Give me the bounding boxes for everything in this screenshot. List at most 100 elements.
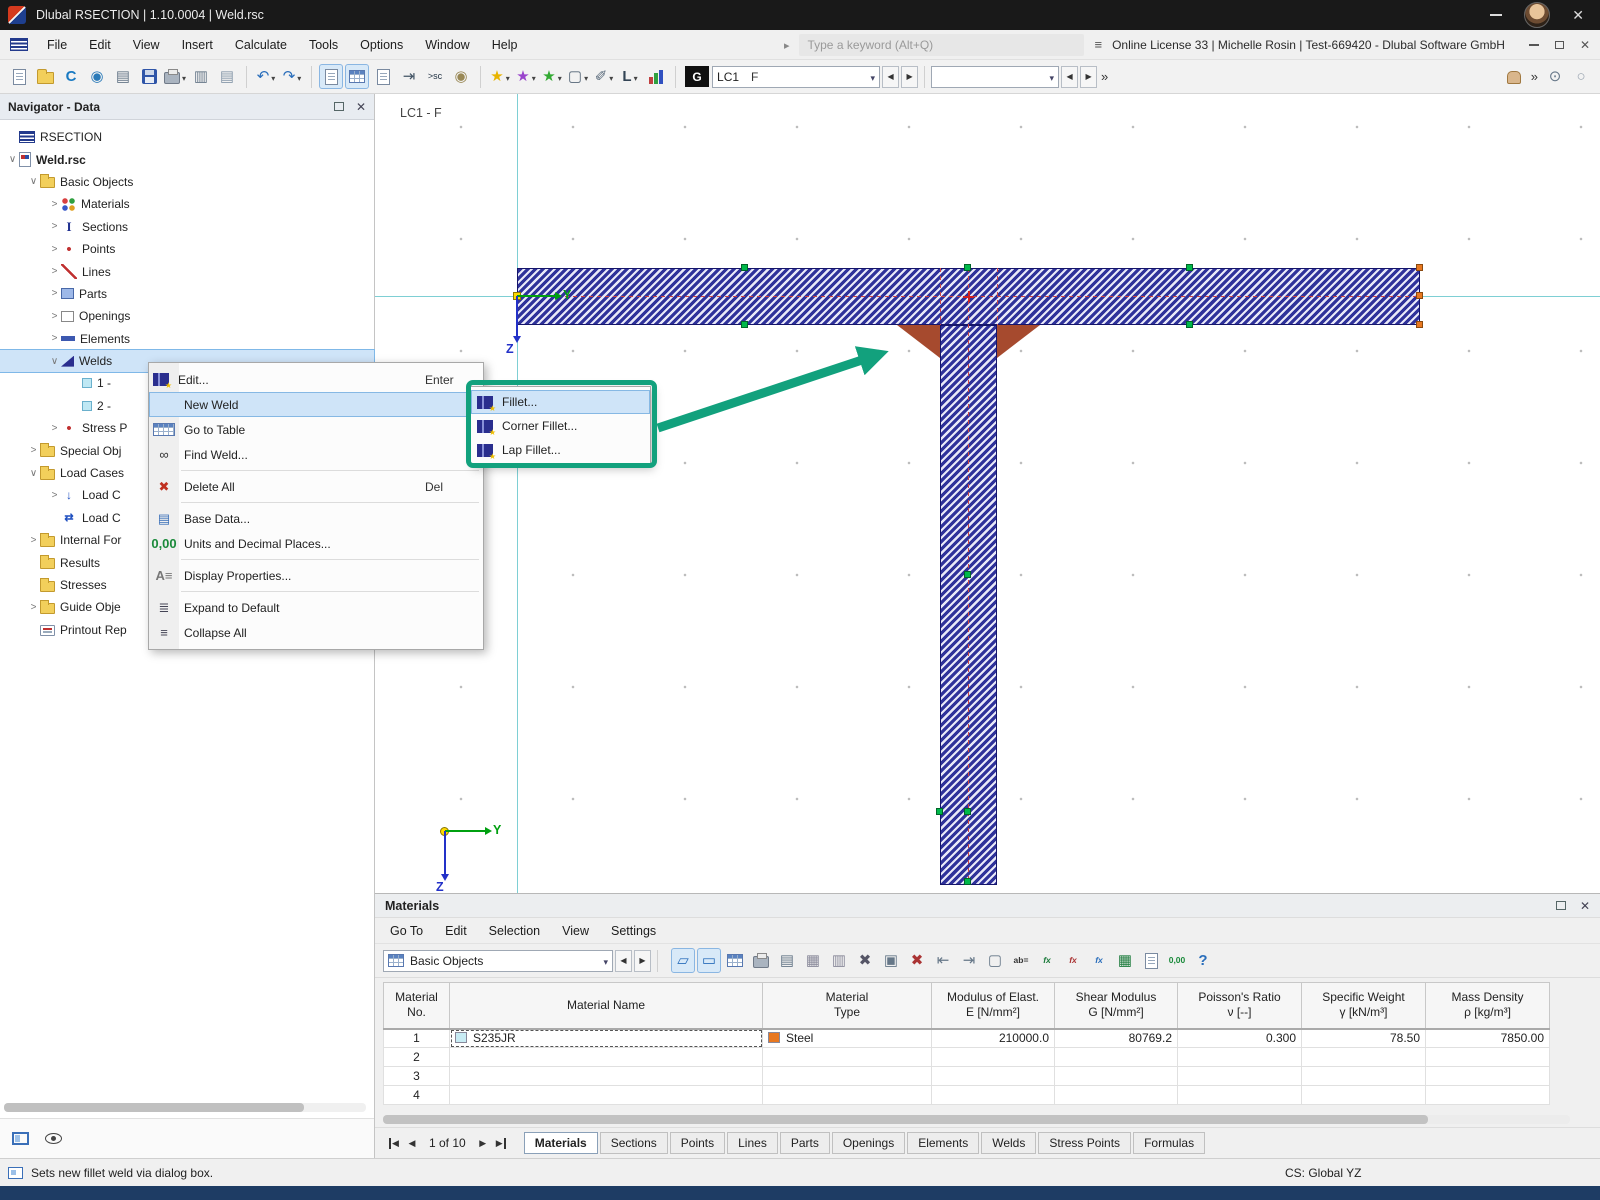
next-table-button[interactable] [634, 950, 651, 972]
excel-export-icon[interactable]: ▦ [1113, 948, 1137, 973]
cell-type[interactable] [763, 1048, 932, 1067]
context-menu-item-base-data[interactable]: ▤Base Data... [149, 506, 483, 531]
guide-object-icon[interactable]: ★ [540, 64, 564, 89]
menu-item-file[interactable]: File [36, 30, 78, 59]
table-tab-welds[interactable]: Welds [981, 1132, 1036, 1154]
table-row[interactable]: 3 [384, 1067, 1550, 1086]
submenu-item-corner-fillet[interactable]: Corner Fillet... [471, 414, 650, 438]
chevron-down-icon[interactable] [504, 70, 510, 84]
tree-item-materials[interactable]: >Materials [0, 193, 374, 215]
cell-modulus[interactable] [932, 1067, 1055, 1086]
keyword-list-icon[interactable]: ≡ [1094, 37, 1102, 52]
report-icon[interactable]: ▤ [215, 64, 239, 89]
results-diagram-icon[interactable] [644, 64, 668, 89]
table-tab-stress-points[interactable]: Stress Points [1038, 1132, 1131, 1154]
expander-icon[interactable]: > [48, 221, 61, 232]
save-icon[interactable] [137, 64, 161, 89]
expander-icon[interactable]: ∨ [6, 154, 19, 165]
tree-item-basic-objects[interactable]: ∨Basic Objects [0, 171, 374, 193]
cell-shear[interactable] [1055, 1048, 1178, 1067]
generated-object-icon[interactable]: ★ [514, 64, 538, 89]
expander-icon[interactable]: ∨ [48, 356, 61, 367]
table-tab-formulas[interactable]: Formulas [1133, 1132, 1205, 1154]
graphics-viewport[interactable]: LC1 - F Y Z Y Z [375, 94, 1600, 893]
column-header-poisson-s-ratio[interactable]: Poisson's Ratioν [--] [1178, 983, 1302, 1029]
context-menu-item-units-and-decimal-places[interactable]: 0,00Units and Decimal Places... [149, 531, 483, 556]
ole-icon[interactable] [1139, 948, 1163, 973]
column-settings-icon[interactable]: ▥ [827, 948, 851, 973]
toolbar-overflow-button[interactable]: » [1097, 69, 1112, 84]
cell-weight[interactable] [1302, 1086, 1426, 1105]
submenu-item-lap-fillet[interactable]: Lap Fillet... [471, 438, 650, 462]
cell-density[interactable] [1426, 1067, 1550, 1086]
close-panel-icon[interactable] [356, 100, 366, 114]
table-menu-settings[interactable]: Settings [600, 918, 667, 943]
table-scrollbar[interactable] [383, 1115, 1570, 1124]
table-row[interactable]: 1S235JRSteel210000.080769.20.30078.50785… [384, 1029, 1550, 1048]
paste-icon[interactable]: ▥ [189, 64, 213, 89]
context-menu-item-delete-all[interactable]: ✖Delete AllDel [149, 474, 483, 499]
table-view-icon[interactable] [345, 64, 369, 89]
cell-modulus[interactable] [932, 1086, 1055, 1105]
import-table-icon[interactable]: ⇤ [931, 948, 955, 973]
handle[interactable] [964, 808, 971, 815]
table-menu-view[interactable]: View [551, 918, 600, 943]
network-icon[interactable]: C [59, 64, 83, 89]
handle-end[interactable] [1416, 264, 1423, 271]
expander-icon[interactable]: > [27, 535, 40, 546]
column-header-mass-density[interactable]: Mass Densityρ [kg/m³] [1426, 983, 1550, 1029]
cell-weight[interactable] [1302, 1067, 1426, 1086]
cell-shear[interactable] [1055, 1086, 1178, 1105]
cell-density[interactable] [1426, 1086, 1550, 1105]
cell-weight[interactable] [1302, 1048, 1426, 1067]
tree-item-points[interactable]: >Points [0, 238, 374, 260]
handle-end[interactable] [1416, 321, 1423, 328]
export-table-icon[interactable]: ⇥ [957, 948, 981, 973]
tree-item-sections[interactable]: >Sections [0, 216, 374, 238]
table-tab-parts[interactable]: Parts [780, 1132, 830, 1154]
context-menu-item-display-properties[interactable]: A≡Display Properties... [149, 563, 483, 588]
previous-page-button[interactable] [403, 1134, 421, 1152]
menu-item-tools[interactable]: Tools [298, 30, 349, 59]
expander-icon[interactable]: > [48, 266, 61, 277]
handle[interactable] [1186, 321, 1193, 328]
expander-icon[interactable]: ∨ [27, 176, 40, 187]
previous-table-button[interactable] [615, 950, 632, 972]
tree-item-weld-rsc[interactable]: ∨Weld.rsc [0, 148, 374, 170]
chevron-down-icon[interactable] [556, 70, 562, 84]
fillet-weld-left[interactable] [897, 325, 940, 358]
handle[interactable] [936, 808, 943, 815]
table-settings-icon[interactable] [723, 948, 747, 973]
clear-table-icon[interactable]: ✖ [853, 948, 877, 973]
expander-icon[interactable]: > [27, 445, 40, 456]
user-avatar[interactable] [1524, 2, 1550, 28]
cell-poisson[interactable] [1178, 1086, 1302, 1105]
column-header-specific-weight[interactable]: Specific Weightγ [kN/m³] [1302, 983, 1426, 1029]
restore-child-icon[interactable] [1555, 41, 1564, 49]
chevron-down-icon[interactable] [180, 70, 186, 84]
rename-icon[interactable]: ab= [1009, 948, 1033, 973]
table-tab-materials[interactable]: Materials [524, 1132, 598, 1154]
menu-item-window[interactable]: Window [414, 30, 480, 59]
toolbar-overflow-button-2[interactable]: » [1527, 69, 1542, 84]
menu-item-calculate[interactable]: Calculate [224, 30, 298, 59]
print-icon[interactable] [163, 64, 187, 89]
previous-load-case-button[interactable] [882, 66, 899, 88]
select-rows-icon[interactable]: ▭ [697, 948, 721, 973]
expander-icon[interactable]: ∨ [27, 468, 40, 479]
expander-icon[interactable]: > [48, 244, 61, 255]
navigator-scrollbar[interactable] [4, 1103, 366, 1112]
handle[interactable] [741, 321, 748, 328]
close-icon[interactable] [1572, 7, 1584, 24]
submenu-item-fillet[interactable]: Fillet... [471, 390, 650, 414]
context-menu-item-go-to-table[interactable]: Go to Table [149, 417, 483, 442]
tree-item-parts[interactable]: >Parts [0, 283, 374, 305]
float-panel-icon[interactable] [334, 102, 344, 111]
next-page-button[interactable] [474, 1134, 492, 1152]
chevron-down-icon[interactable] [269, 70, 275, 84]
menu-item-view[interactable]: View [122, 30, 171, 59]
view-filter-icon[interactable]: ▢ [983, 948, 1007, 973]
chevron-down-icon[interactable] [632, 70, 638, 84]
table-row[interactable]: 4 [384, 1086, 1550, 1105]
menu-item-edit[interactable]: Edit [78, 30, 122, 59]
